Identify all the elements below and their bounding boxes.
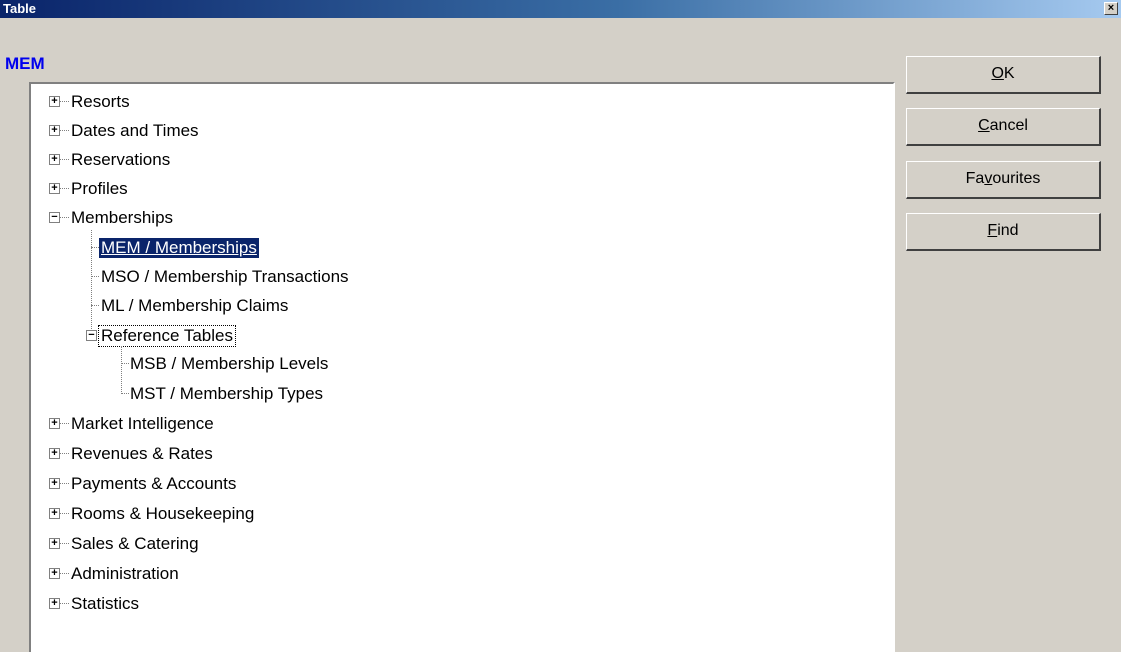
tree-item-label: Sales & Catering — [71, 534, 199, 553]
tree-item-label: Reference Tables — [98, 325, 236, 347]
tree-item-label: Reservations — [71, 150, 171, 169]
tree-item-label: Payments & Accounts — [71, 474, 237, 493]
title-bar: Table × — [0, 0, 1121, 18]
tree-item-label: Administration — [71, 564, 179, 583]
expand-icon[interactable]: + — [49, 418, 60, 429]
expand-icon[interactable]: + — [49, 538, 60, 549]
favourites-button[interactable]: Favourites — [906, 161, 1101, 199]
expand-icon[interactable]: + — [49, 154, 60, 165]
expand-icon[interactable]: + — [49, 568, 60, 579]
collapse-icon[interactable]: − — [86, 330, 97, 341]
collapse-icon[interactable]: − — [49, 212, 60, 223]
tree-item-label: Dates and Times — [71, 121, 199, 140]
tree-item-label: Profiles — [71, 179, 128, 198]
expand-icon[interactable]: + — [49, 96, 60, 107]
tree-item-label: ML / Membership Claims — [101, 296, 289, 315]
expand-icon[interactable]: + — [49, 125, 60, 136]
tree-item-label: Memberships — [71, 208, 174, 227]
tree-item-label: Revenues & Rates — [71, 444, 213, 463]
tree-item-label: MST / Membership Types — [130, 384, 324, 403]
tree-item-label: Market Intelligence — [71, 414, 214, 433]
tree-item-label: MEM / Memberships — [99, 238, 259, 258]
tree-item-label: Rooms & Housekeeping — [71, 504, 255, 523]
current-table-label: MEM — [5, 54, 45, 73]
tree-item-label: MSB / Membership Levels — [130, 354, 329, 373]
window-title: Table — [3, 1, 36, 16]
expand-icon[interactable]: + — [49, 508, 60, 519]
expand-icon[interactable]: + — [49, 598, 60, 609]
tree-item-label: Resorts — [71, 92, 130, 111]
expand-icon[interactable]: + — [49, 448, 60, 459]
table-tree[interactable]: + Resorts + Dates and Times + Reservatio… — [29, 82, 895, 652]
ok-button[interactable]: OK — [906, 56, 1101, 94]
close-icon[interactable]: × — [1104, 2, 1118, 15]
tree-item-label: Statistics — [71, 594, 140, 613]
cancel-button[interactable]: Cancel — [906, 108, 1101, 146]
find-button[interactable]: Find — [906, 213, 1101, 251]
expand-icon[interactable]: + — [49, 478, 60, 489]
tree-item-label: MSO / Membership Transactions — [101, 267, 349, 286]
expand-icon[interactable]: + — [49, 183, 60, 194]
